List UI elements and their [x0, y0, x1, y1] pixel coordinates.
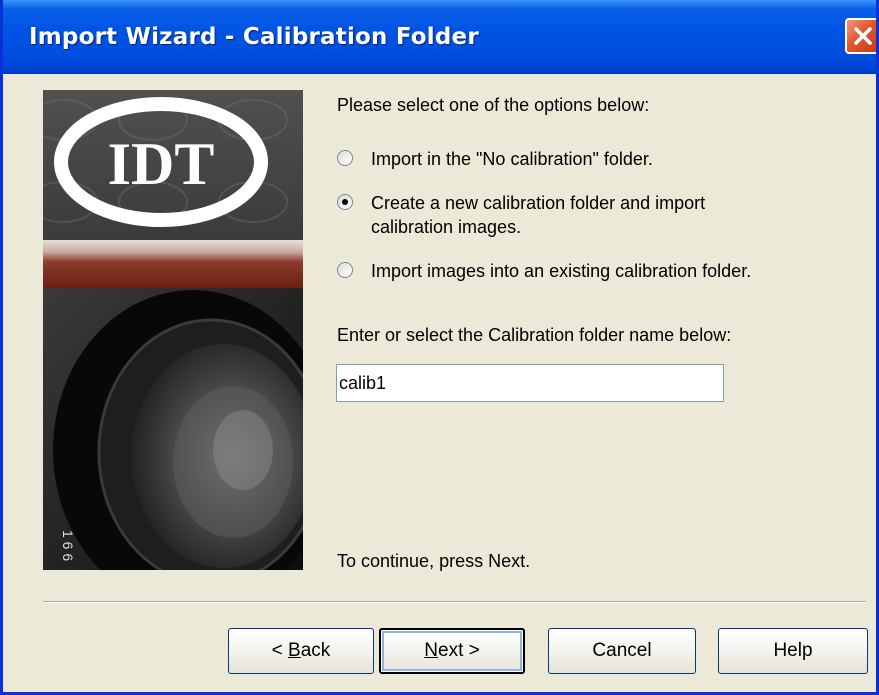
import-wizard-dialog: Import Wizard - Calibration Folder IDT 1…: [0, 0, 879, 695]
logo-text: IDT: [108, 131, 215, 197]
idt-camera-lens-graphic: IDT 1 6 6: [43, 90, 303, 570]
next-button[interactable]: Next >: [379, 628, 525, 674]
radio-label-existing-folder: Import images into an existing calibrati…: [371, 261, 752, 281]
cancel-button-label: Cancel: [592, 640, 652, 661]
close-button[interactable]: [845, 18, 876, 54]
radio-label-create-new-folder-line1: Create a new calibration folder and impo…: [371, 193, 706, 213]
back-button-prefix: <: [271, 640, 289, 661]
radio-option-no-calibration[interactable]: Import in the "No calibration" folder.: [337, 147, 653, 171]
close-icon: [854, 27, 872, 45]
back-button-accel: B: [288, 640, 301, 661]
radio-label-create-new-folder: Create a new calibration folder and impo…: [371, 191, 705, 239]
radio-label-create-new-folder-line2: calibration images.: [371, 217, 522, 237]
radio-label-no-calibration: Import in the "No calibration" folder.: [371, 149, 653, 169]
back-button[interactable]: < Back: [228, 628, 374, 674]
continue-instruction: To continue, press Next.: [337, 551, 531, 571]
radio-option-create-new-folder[interactable]: Create a new calibration folder and impo…: [337, 191, 705, 239]
radio-button-existing-folder[interactable]: [337, 262, 353, 278]
calibration-folder-name-input[interactable]: [336, 364, 724, 402]
back-button-rest: ack: [300, 640, 331, 661]
cancel-button[interactable]: Cancel: [548, 628, 696, 674]
radio-option-existing-folder[interactable]: Import images into an existing calibrati…: [337, 259, 751, 283]
folder-name-prompt: Enter or select the Calibration folder n…: [337, 325, 732, 345]
lens-marking: 1 6 6: [60, 530, 76, 561]
help-button-label: Help: [773, 640, 813, 661]
next-button-accel: N: [424, 640, 438, 661]
radio-button-no-calibration[interactable]: [337, 150, 353, 166]
help-button[interactable]: Help: [718, 628, 868, 674]
options-heading: Please select one of the options below:: [337, 95, 650, 115]
window-title: Import Wizard - Calibration Folder: [29, 24, 479, 50]
button-separator: [43, 601, 866, 603]
radio-button-create-new-folder[interactable]: [337, 194, 353, 210]
next-button-rest: ext >: [438, 640, 480, 661]
idt-logo-image: IDT 1 6 6: [43, 90, 303, 570]
title-bar[interactable]: Import Wizard - Calibration Folder: [3, 0, 876, 74]
